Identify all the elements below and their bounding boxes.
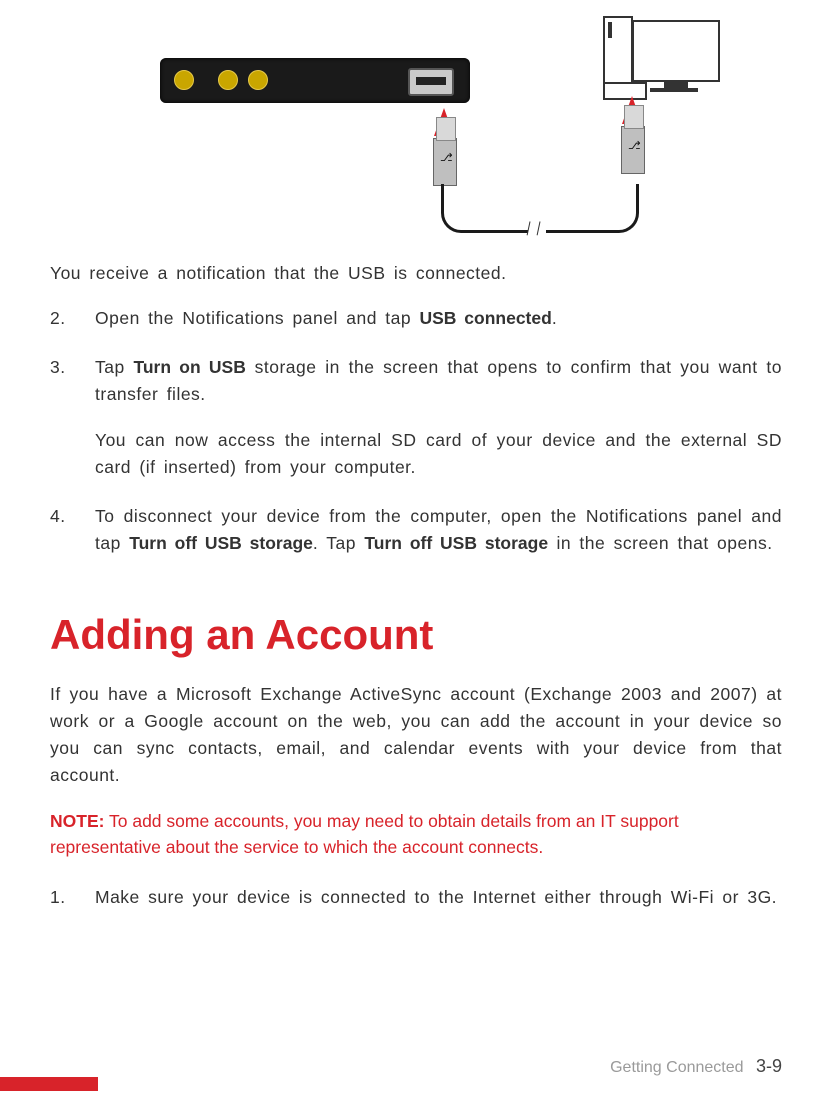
handheld-device	[160, 58, 470, 103]
pc-tower-icon	[603, 16, 633, 90]
page-footer: Getting Connected 3-9	[610, 1056, 782, 1077]
step-number: 4.	[50, 503, 95, 575]
usb-port-icon	[408, 68, 454, 96]
step-text: Make sure your device is connected to th…	[95, 884, 782, 911]
step-extra: You can now access the internal SD card …	[95, 427, 782, 481]
usb-connection-diagram: ⎇ ⎇	[160, 10, 720, 240]
step-text: To disconnect your device from the compu…	[95, 503, 782, 557]
page: ⎇ ⎇ You receive a notification that the …	[0, 0, 832, 1111]
note: NOTE: To add some accounts, you may need…	[50, 808, 782, 861]
footer-page: 3-9	[756, 1056, 782, 1076]
account-step-1: 1. Make sure your device is connected to…	[50, 884, 782, 929]
monitor-icon	[632, 20, 720, 82]
footer-section: Getting Connected	[610, 1059, 743, 1076]
step-2: 2. Open the Notifications panel and tap …	[50, 305, 782, 350]
step-text: Open the Notifications panel and tap USB…	[95, 305, 782, 332]
step-number: 1.	[50, 884, 95, 929]
step-text: Tap Turn on USB storage in the screen th…	[95, 354, 782, 408]
step-number: 3.	[50, 354, 95, 499]
note-label: NOTE:	[50, 811, 104, 831]
footer-accent	[0, 1077, 98, 1091]
usb-plug-a: ⎇	[433, 138, 457, 186]
section-intro: If you have a Microsoft Exchange ActiveS…	[50, 681, 782, 790]
step-3: 3. Tap Turn on USB storage in the screen…	[50, 354, 782, 499]
step1-continuation: You receive a notification that the USB …	[50, 260, 782, 287]
step-4: 4. To disconnect your device from the co…	[50, 503, 782, 575]
usb-plug-b: ⎇	[621, 126, 645, 174]
section-heading: Adding an Account	[50, 611, 782, 659]
step-number: 2.	[50, 305, 95, 350]
note-text: To add some accounts, you may need to ob…	[50, 811, 679, 857]
